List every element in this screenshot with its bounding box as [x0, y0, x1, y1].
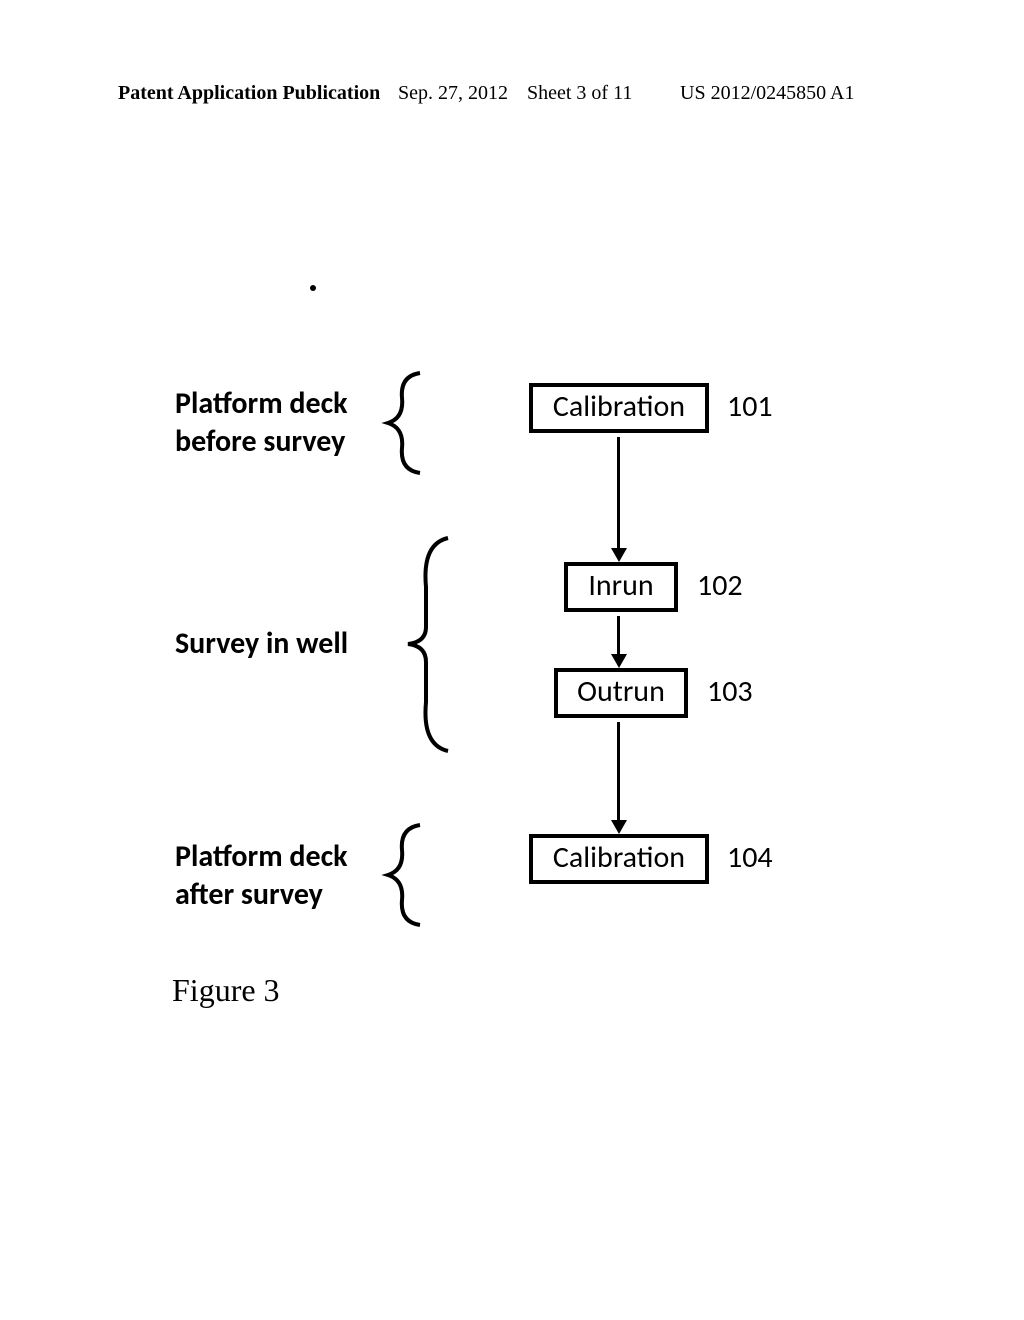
arrow-103-to-104-head: [611, 820, 627, 834]
phase-before-line2: before survey: [175, 423, 348, 461]
brace-phase-2: [400, 532, 470, 757]
step-label-103: Outrun: [577, 673, 665, 710]
ref-102: 102: [697, 567, 743, 604]
arrow-103-to-104-line: [617, 722, 620, 822]
step-label-102: Inrun: [588, 567, 653, 604]
figure-caption: Figure 3: [172, 972, 280, 1009]
arrow-101-to-102-head: [611, 548, 627, 562]
phase-before-line1: Platform deck: [175, 385, 348, 423]
step-box-inrun: Inrun: [564, 562, 678, 612]
arrow-101-to-102-line: [617, 437, 620, 550]
step-box-calibration-before: Calibration: [529, 383, 709, 433]
arrow-102-to-103-line: [617, 616, 620, 656]
brace-phase-3: [380, 820, 440, 930]
step-label-101: Calibration: [553, 388, 685, 425]
step-box-calibration-after: Calibration: [529, 834, 709, 884]
phase-after-line1: Platform deck: [175, 838, 348, 876]
ref-103: 103: [707, 673, 753, 710]
phase-label-before: Platform deck before survey: [175, 385, 348, 460]
phase-survey-text: Survey in well: [175, 625, 348, 662]
phase-label-survey: Survey in well: [175, 625, 348, 663]
brace-phase-1: [380, 368, 440, 478]
ref-104: 104: [727, 839, 773, 876]
flow-diagram: Platform deck before survey Survey in we…: [0, 0, 1024, 1320]
phase-after-line2: after survey: [175, 876, 348, 914]
step-box-outrun: Outrun: [554, 668, 688, 718]
arrow-102-to-103-head: [611, 654, 627, 668]
phase-label-after: Platform deck after survey: [175, 838, 348, 913]
step-label-104: Calibration: [553, 839, 685, 876]
ref-101: 101: [727, 388, 773, 425]
